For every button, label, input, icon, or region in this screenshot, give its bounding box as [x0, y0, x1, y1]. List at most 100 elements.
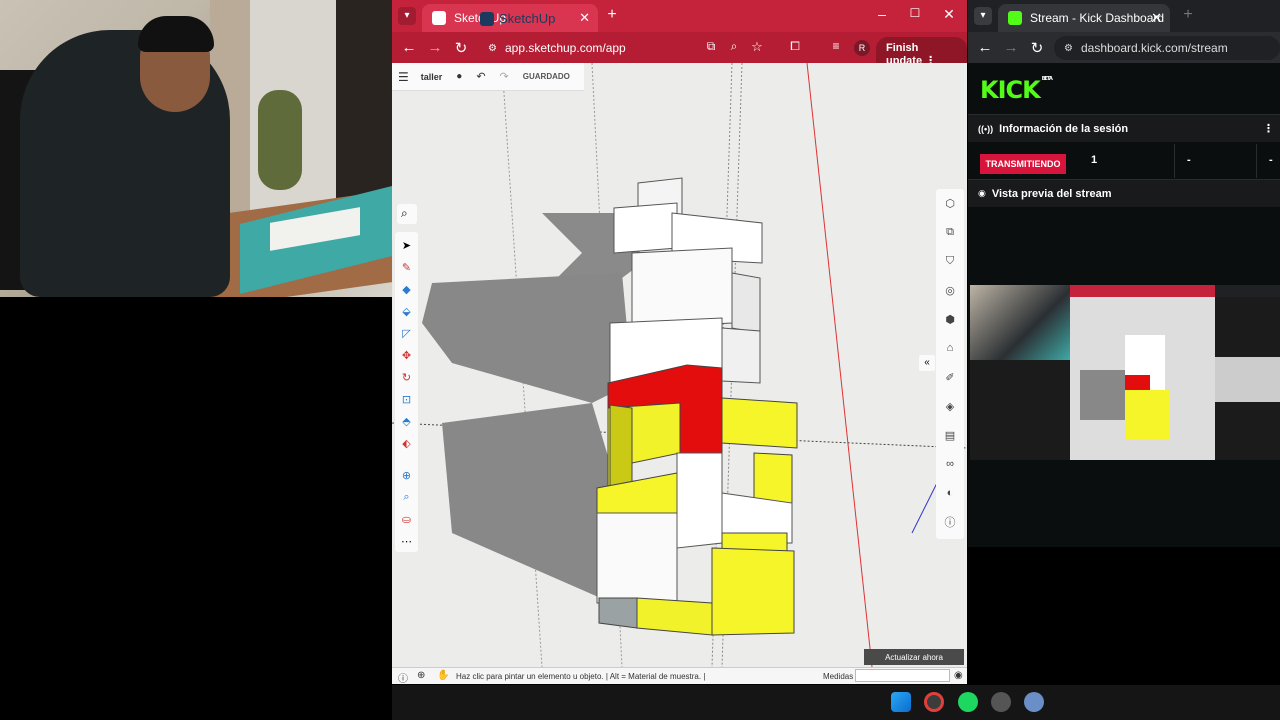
session-info-header[interactable]: ((•)) Información de la sesión ⋮ [968, 114, 1280, 142]
views-icon[interactable]: ⬢ [942, 311, 958, 327]
back-icon[interactable]: ← [400, 39, 418, 56]
layers-icon[interactable]: ✐ [942, 369, 958, 385]
globe-icon[interactable]: ⊕ [417, 670, 425, 681]
menu-icon[interactable]: ☰ [398, 70, 409, 84]
minimize-button[interactable]: – [872, 6, 892, 22]
project-name[interactable]: taller [421, 72, 443, 82]
scale-tool-icon[interactable]: ⊡ [399, 392, 414, 407]
more-tools-icon[interactable]: ⋯ [399, 534, 414, 549]
extensions-icon[interactable]: ⧠ [786, 39, 804, 54]
search-tool-icon[interactable]: ⌕ [397, 204, 417, 224]
orbit-tool-icon[interactable]: ⊕ [399, 468, 414, 483]
pencil-tool-icon[interactable]: ✎ [399, 260, 414, 275]
display-icon[interactable]: ▤ [942, 427, 958, 443]
kick-back-icon[interactable]: ← [976, 39, 994, 56]
kick-url-text: dashboard.kick.com/stream [1080, 41, 1228, 55]
model-viewport[interactable] [392, 63, 967, 667]
media-icon[interactable]: ≡ [827, 39, 845, 53]
walk-tool-icon[interactable]: ⛀ [399, 512, 414, 527]
kick-site-info-icon[interactable]: ⚙ [1064, 43, 1073, 54]
bookmark-star-icon[interactable]: ☆ [748, 39, 766, 55]
help-icon[interactable]: ⓘ [398, 670, 408, 685]
collapse-panel-icon[interactable]: « [919, 355, 935, 371]
user-icon[interactable]: ● [456, 71, 462, 82]
kick-beta-badge: BETA [1041, 76, 1053, 82]
kick-url-field[interactable]: ⚙ dashboard.kick.com/stream [1054, 36, 1280, 60]
sketchup-canvas[interactable] [392, 63, 967, 667]
url-field[interactable]: ⚙ app.sketchup.com/app [478, 36, 728, 60]
components-icon[interactable]: ⧉ [942, 224, 958, 240]
right-toolbar: ⬡ ⧉ ⛉ ◎ ⬢ ⌂ ✐ ◈ ▤ ∞ ◐ ⓘ [936, 189, 964, 539]
spotify-icon[interactable] [958, 692, 978, 712]
new-tab-button[interactable]: + [602, 6, 622, 24]
sketchup-logo: SketchUp [480, 11, 555, 26]
kick-tab-bar: ▾ Stream - Kick Dashboard ✕ + [968, 0, 1280, 32]
materials-icon[interactable]: ⛉ [942, 253, 958, 269]
hand-icon: ✋ [437, 670, 450, 681]
zoom-icon[interactable]: ⌕ [725, 39, 743, 54]
solar-icon[interactable]: ◐ [942, 485, 958, 501]
styles-icon[interactable]: ◎ [942, 282, 958, 298]
maximize-button[interactable]: ☐ [905, 6, 925, 20]
kick-close-tab-icon[interactable]: ✕ [1151, 10, 1162, 26]
live-status-badge: TRANSMITIENDO [980, 154, 1066, 174]
site-info-icon[interactable]: ⚙ [488, 43, 497, 54]
viewer-count: 1 [1091, 154, 1098, 166]
entity-info-icon[interactable]: ⬡ [942, 195, 958, 211]
install-app-icon[interactable]: ⧉ [702, 39, 720, 54]
update-now-button[interactable]: Actualizar ahora [864, 649, 964, 665]
select-tool-icon[interactable]: ➤ [399, 238, 414, 253]
close-tab-icon[interactable]: ✕ [579, 10, 590, 26]
kick-reload-icon[interactable]: ↻ [1028, 39, 1046, 57]
forward-icon[interactable]: → [426, 39, 444, 56]
broadcast-icon: ((•)) [978, 123, 994, 134]
info-icon[interactable]: ⓘ [942, 514, 958, 530]
glasses-icon[interactable]: ∞ [942, 456, 958, 472]
zoom-tool-icon[interactable]: ⌕ [399, 490, 414, 505]
eraser-tool-icon[interactable]: ◆ [399, 282, 414, 297]
stream-preview-header[interactable]: ◉ Vista previa del stream [968, 179, 1280, 207]
kick-logo[interactable]: KICK BETA [980, 76, 1053, 104]
tape-tool-icon[interactable]: ◸ [399, 326, 414, 341]
close-window-button[interactable]: ✕ [939, 6, 959, 23]
session-info-label: Información de la sesión [999, 122, 1129, 135]
sketchup-status-bar: ⓘ ⊕ ✋ Haz clic para pintar un elemento u… [392, 667, 967, 685]
sketchup-address-bar: ← → ↻ ⚙ app.sketchup.com/app ⧉ ⌕ ☆ ⧠ ≡ R… [392, 32, 967, 72]
left-toolbar: ➤ ✎ ◆ ⬙ ◸ ✥ ↻ ⊡ ⬘ ⬖ ⊕ ⌕ ⛀ ⋯ [395, 232, 418, 552]
stream-preview-label: Vista previa del stream [991, 187, 1112, 200]
measures-input[interactable] [855, 669, 950, 682]
sketchup-status-icon: ◉ [954, 670, 963, 681]
tab-search-icon[interactable]: ▾ [398, 7, 416, 25]
undo-icon[interactable]: ↶ [476, 70, 485, 83]
stream-preview-video[interactable] [970, 285, 1280, 460]
session-menu-icon[interactable]: ⋮ [1263, 122, 1274, 135]
move-tool-icon[interactable]: ✥ [399, 348, 414, 363]
taskbar [392, 685, 1280, 720]
sketchup-top-toolbar: ☰ taller ● ↶ ↷ GUARDADO [392, 63, 584, 91]
saved-status: GUARDADO [522, 72, 570, 81]
kick-new-tab-button[interactable]: + [1178, 6, 1198, 24]
paint-bucket-tool-icon[interactable]: ⬖ [399, 436, 414, 451]
measures-label: Medidas [823, 672, 854, 681]
profile-avatar[interactable]: R [854, 40, 870, 56]
shadows-icon[interactable]: ◈ [942, 398, 958, 414]
rotate-tool-icon[interactable]: ↻ [399, 370, 414, 385]
windows-start-icon[interactable] [891, 692, 911, 712]
sketchup-logo-text: SketchUp [499, 11, 556, 26]
tab-kick-dashboard[interactable]: Stream - Kick Dashboard ✕ [998, 4, 1170, 32]
kick-tab-search-icon[interactable]: ▾ [974, 7, 992, 25]
redo-icon[interactable]: ↷ [500, 70, 509, 83]
obs-icon[interactable] [991, 692, 1011, 712]
scenes-icon[interactable]: ⌂ [942, 340, 958, 356]
reload-icon[interactable]: ↻ [452, 39, 470, 57]
kick-forward-icon[interactable]: → [1002, 39, 1020, 56]
pushpull-tool-icon[interactable]: ⬘ [399, 414, 414, 429]
preview-webcam [970, 285, 1070, 360]
paint-tool-icon[interactable]: ⬙ [399, 304, 414, 319]
kick-address-bar: ← → ↻ ⚙ dashboard.kick.com/stream [968, 32, 1280, 63]
webcam-feed [0, 0, 392, 297]
chrome-icon[interactable] [924, 692, 944, 712]
settings-gear-icon[interactable] [1024, 692, 1044, 712]
preview-icon: ◉ [978, 188, 986, 198]
preview-sketchup [1070, 285, 1215, 460]
